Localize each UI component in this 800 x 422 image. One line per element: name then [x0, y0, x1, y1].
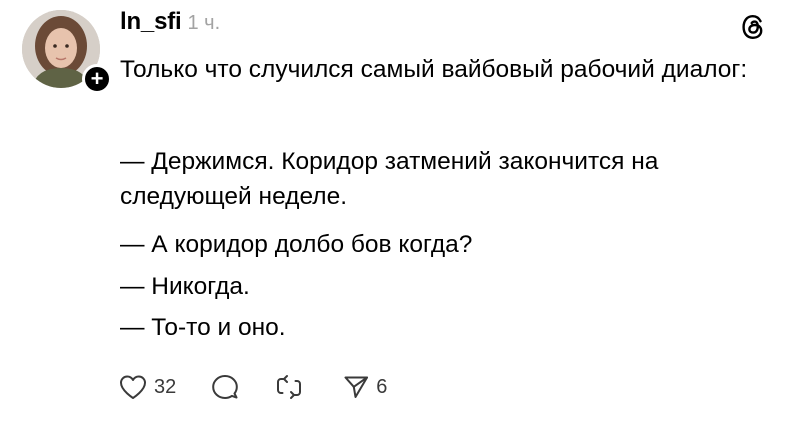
- threads-logo-icon[interactable]: [738, 12, 768, 42]
- heart-icon: [118, 373, 148, 401]
- paper-plane-icon: [342, 373, 370, 401]
- post-paragraph: Только что случился самый вайбовый рабоч…: [120, 56, 748, 83]
- username[interactable]: ln_sfi: [120, 8, 182, 36]
- like-button[interactable]: 32: [118, 373, 176, 401]
- share-button[interactable]: 6: [342, 373, 387, 401]
- post-paragraph: — А коридор долбо бов когда?: [120, 231, 473, 258]
- avatar-container: +: [22, 10, 112, 94]
- like-count: 32: [154, 375, 177, 398]
- post-paragraph: — Никогда.: [120, 273, 250, 300]
- repost-arrows-icon: [274, 373, 304, 401]
- share-count: 6: [376, 375, 388, 398]
- timestamp: 1 ч.: [187, 12, 221, 34]
- repost-button[interactable]: [274, 373, 304, 401]
- follow-plus-icon[interactable]: +: [82, 64, 112, 94]
- reply-button[interactable]: [210, 373, 240, 401]
- post-actions: 32 6: [118, 370, 387, 404]
- post-paragraph: — Держимся. Коридор затмений закончится …: [120, 148, 659, 210]
- post-paragraph: — То-то и оно.: [120, 314, 286, 341]
- post-header: ln_sfi 1 ч.: [120, 8, 220, 38]
- thread-post: + ln_sfi 1 ч. Только что случился самый …: [0, 0, 800, 422]
- comment-bubble-icon: [210, 373, 240, 401]
